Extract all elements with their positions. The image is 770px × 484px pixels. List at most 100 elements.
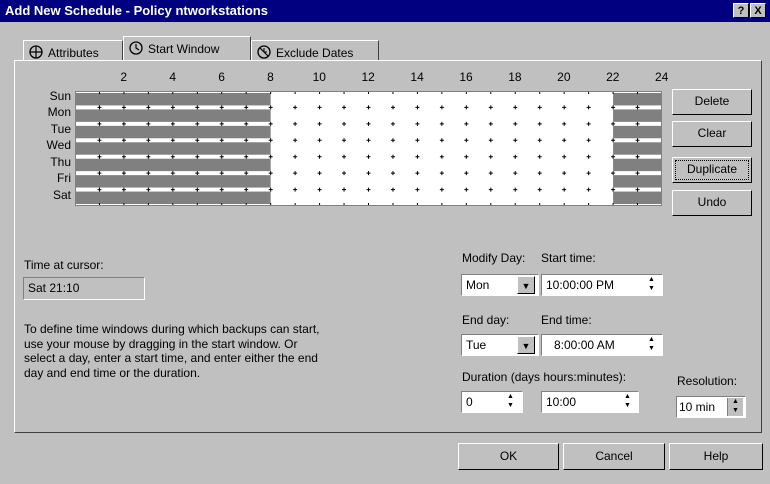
window-title: Add New Schedule - Policy ntworkstations xyxy=(5,3,268,18)
window-bar[interactable] xyxy=(613,158,662,172)
chevron-down-icon[interactable]: ▼ xyxy=(517,276,535,294)
hour-label: 24 xyxy=(655,70,669,84)
start-time-field[interactable]: 10:00:00 PM ▲ ▼ xyxy=(541,274,663,296)
day-label: Mon xyxy=(47,105,71,120)
undo-button-label: Undo xyxy=(697,195,727,209)
instructions-line: select a day, enter a start time, and en… xyxy=(24,351,318,365)
tab-exclude-dates[interactable]: Exclude Dates xyxy=(251,40,379,60)
start-time-spinner[interactable]: ▲ ▼ xyxy=(644,276,660,294)
ok-button[interactable]: OK xyxy=(458,443,559,470)
day-label: Thu xyxy=(50,154,71,169)
close-title-button[interactable]: X xyxy=(750,3,766,18)
hour-label: 6 xyxy=(218,70,225,84)
chevron-down-icon[interactable]: ▼ xyxy=(517,336,535,354)
cancel-button[interactable]: Cancel xyxy=(563,443,665,470)
instructions-text: To define time windows during which back… xyxy=(24,322,319,380)
schedule-grid[interactable] xyxy=(75,91,662,206)
window-bar[interactable] xyxy=(613,142,662,155)
window-bar[interactable] xyxy=(75,142,271,155)
window-bar[interactable] xyxy=(613,125,662,139)
window-bar[interactable] xyxy=(613,191,662,204)
duplicate-button[interactable]: Duplicate xyxy=(672,157,752,183)
duration-label: Duration (days hours:minutes): xyxy=(462,370,627,384)
tab-attributes-label: Attributes xyxy=(48,46,99,60)
time-at-cursor-value: Sat 21:10 xyxy=(28,281,80,295)
hour-label: 12 xyxy=(361,70,375,84)
start-time-value: 10:00:00 PM xyxy=(546,278,615,292)
window-bar[interactable] xyxy=(613,93,662,106)
window-bar[interactable] xyxy=(613,175,662,188)
duration-time-field[interactable]: 10:00 ▲ ▼ xyxy=(541,391,639,413)
day-label: Tue xyxy=(50,121,71,136)
modify-day-label: Modify Day: xyxy=(462,251,526,265)
tab-attributes[interactable]: Attributes xyxy=(23,40,123,60)
time-at-cursor-label: Time at cursor: xyxy=(24,258,104,272)
duration-time-spinner[interactable]: ▲ ▼ xyxy=(620,393,636,411)
undo-button[interactable]: Undo xyxy=(672,190,752,216)
spin-up-icon[interactable]: ▲ xyxy=(644,275,659,284)
spin-down-icon[interactable]: ▼ xyxy=(620,401,635,410)
hour-label: 16 xyxy=(459,70,473,84)
day-label: Sun xyxy=(49,89,71,103)
help-button-label: Help xyxy=(703,449,729,463)
duration-days-field[interactable]: 0 ▲ ▼ xyxy=(461,391,523,413)
duration-days-spinner[interactable]: ▲ ▼ xyxy=(503,393,519,411)
resolution-label: Resolution: xyxy=(677,374,738,388)
help-title-button[interactable]: ? xyxy=(733,3,749,18)
window-bar[interactable] xyxy=(75,109,271,122)
hour-label: 8 xyxy=(267,70,274,84)
end-day-value: Tue xyxy=(466,338,487,352)
end-day-select[interactable]: Tue ▼ xyxy=(461,334,539,356)
spin-up-icon[interactable]: ▲ xyxy=(728,397,743,406)
delete-button[interactable]: Delete xyxy=(672,89,752,115)
modify-day-value: Mon xyxy=(466,278,490,292)
duplicate-button-label: Duplicate xyxy=(686,162,738,176)
start-window-icon xyxy=(128,40,144,59)
ok-button-label: OK xyxy=(499,449,518,463)
title-bar: Add New Schedule - Policy ntworkstations… xyxy=(0,0,770,22)
spin-down-icon[interactable]: ▼ xyxy=(644,284,659,293)
end-time-field[interactable]: 8:00:00 AM ▲ ▼ xyxy=(541,334,663,356)
window-bar[interactable] xyxy=(75,125,271,139)
end-day-label: End day: xyxy=(462,313,510,327)
instructions-line: To define time windows during which back… xyxy=(24,322,320,336)
day-label: Wed xyxy=(46,138,71,153)
day-label: Sat xyxy=(52,187,71,202)
time-at-cursor-field: Sat 21:10 xyxy=(23,277,145,300)
modify-day-select[interactable]: Mon ▼ xyxy=(461,274,539,296)
delete-button-label: Delete xyxy=(694,94,730,108)
clear-button-label: Clear xyxy=(697,126,727,140)
help-button[interactable]: Help xyxy=(669,443,763,470)
hour-label: 18 xyxy=(508,70,522,84)
spin-down-icon[interactable]: ▼ xyxy=(644,344,659,353)
duration-days-value: 0 xyxy=(466,395,473,409)
hour-label: 10 xyxy=(312,70,326,84)
window-bar[interactable] xyxy=(75,191,271,204)
instructions-line: use your mouse by dragging in the start … xyxy=(24,336,298,351)
window-bar[interactable] xyxy=(75,93,271,106)
resolution-spinner[interactable]: ▲ ▼ xyxy=(727,398,743,416)
tab-start-window[interactable]: Start Window xyxy=(123,36,251,60)
window-bar[interactable] xyxy=(75,158,271,172)
instructions-line: day and end time or the duration. xyxy=(24,365,201,380)
resolution-field[interactable]: 10 min ▲ ▼ xyxy=(676,396,746,418)
hour-label: 22 xyxy=(606,70,620,84)
cancel-button-label: Cancel xyxy=(595,449,633,463)
hour-label: 20 xyxy=(557,70,571,84)
resolution-value: 10 min xyxy=(679,400,716,414)
spin-down-icon[interactable]: ▼ xyxy=(503,401,518,410)
hour-label: 2 xyxy=(120,70,128,84)
spin-up-icon[interactable]: ▲ xyxy=(503,392,518,401)
window-bar[interactable] xyxy=(613,109,662,122)
day-label: Fri xyxy=(57,171,71,186)
spin-down-icon[interactable]: ▼ xyxy=(728,406,743,415)
window-bar[interactable] xyxy=(75,175,271,188)
tab-start-window-label: Start Window xyxy=(148,42,220,56)
start-time-label: Start time: xyxy=(541,251,596,265)
end-time-spinner[interactable]: ▲ ▼ xyxy=(644,336,660,354)
hour-label: 4 xyxy=(169,70,177,84)
end-time-label: End time: xyxy=(541,313,592,327)
spin-up-icon[interactable]: ▲ xyxy=(620,392,635,401)
clear-button[interactable]: Clear xyxy=(672,121,752,147)
spin-up-icon[interactable]: ▲ xyxy=(644,335,659,344)
